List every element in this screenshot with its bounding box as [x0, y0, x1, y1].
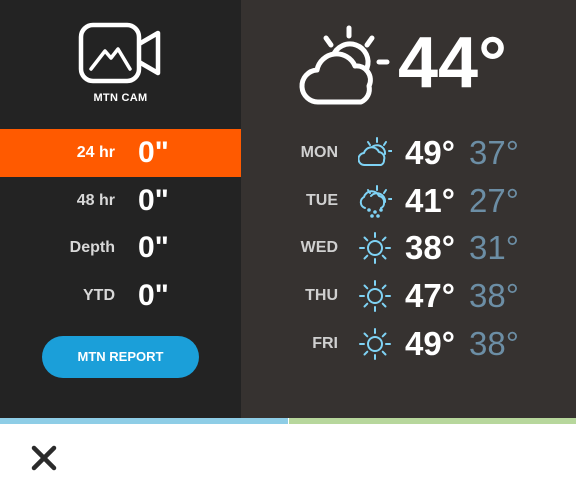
current-temperature: 44°	[398, 23, 507, 103]
sun-icon	[359, 280, 391, 312]
forecast-low: 37°	[469, 134, 519, 171]
forecast-high: 38°	[405, 229, 455, 266]
snow-period-label: 48 hr	[76, 192, 115, 209]
forecast-day: WED	[300, 239, 338, 256]
forecast-low: 31°	[469, 229, 519, 266]
forecast-row-fri: FRI 49° 38°	[241, 320, 576, 368]
snow-amount: 0"	[138, 231, 169, 264]
snow-row-24hr: 24 hr 0"	[0, 129, 241, 177]
partly-cloudy-icon	[358, 137, 392, 166]
forecast-day: MON	[300, 144, 338, 161]
snow-report-panel: MTN CAM 24 hr 0" 48 hr 0" Depth 0" YTD 0…	[0, 0, 241, 418]
snow-period-label: YTD	[83, 287, 115, 304]
sun-icon	[359, 232, 391, 264]
mtn-report-button[interactable]: MTN REPORT	[42, 336, 199, 378]
forecast-row-thu: THU 47° 38°	[241, 272, 576, 320]
forecast-low: 38°	[469, 325, 519, 362]
forecast-low: 38°	[469, 277, 519, 314]
forecast-high: 49°	[405, 134, 455, 171]
snow-period-label: Depth	[69, 239, 115, 256]
partly-sunny-icon	[299, 25, 390, 105]
forecast-low: 27°	[469, 182, 519, 219]
mtn-cam-label[interactable]: MTN CAM	[0, 92, 241, 104]
forecast-day: FRI	[312, 335, 338, 352]
forecast-day: TUE	[306, 192, 338, 209]
forecast-row-wed: WED 38° 31°	[241, 224, 576, 272]
forecast-high: 41°	[405, 182, 455, 219]
snow-period-label: 24 hr	[76, 144, 115, 161]
close-icon[interactable]	[30, 444, 58, 472]
snow-row-48hr: 48 hr 0"	[0, 177, 241, 225]
snow-amount: 0"	[138, 279, 169, 312]
snow-row-depth: Depth 0"	[0, 224, 241, 272]
forecast-row-tue: TUE 41° 27°	[241, 177, 576, 225]
sun-icon	[359, 328, 391, 360]
snow-sun-icon	[359, 185, 392, 218]
forecast-day: THU	[305, 287, 338, 304]
video-camera-mountain-icon[interactable]	[78, 22, 162, 84]
snow-amount: 0"	[138, 184, 169, 217]
snow-amount: 0"	[138, 136, 169, 169]
snow-row-ytd: YTD 0"	[0, 272, 241, 320]
forecast-high: 47°	[405, 277, 455, 314]
tab-indicator-left[interactable]	[0, 418, 288, 424]
forecast-row-mon: MON 49° 37°	[241, 129, 576, 177]
forecast-high: 49°	[405, 325, 455, 362]
tab-indicator-right[interactable]	[289, 418, 576, 424]
